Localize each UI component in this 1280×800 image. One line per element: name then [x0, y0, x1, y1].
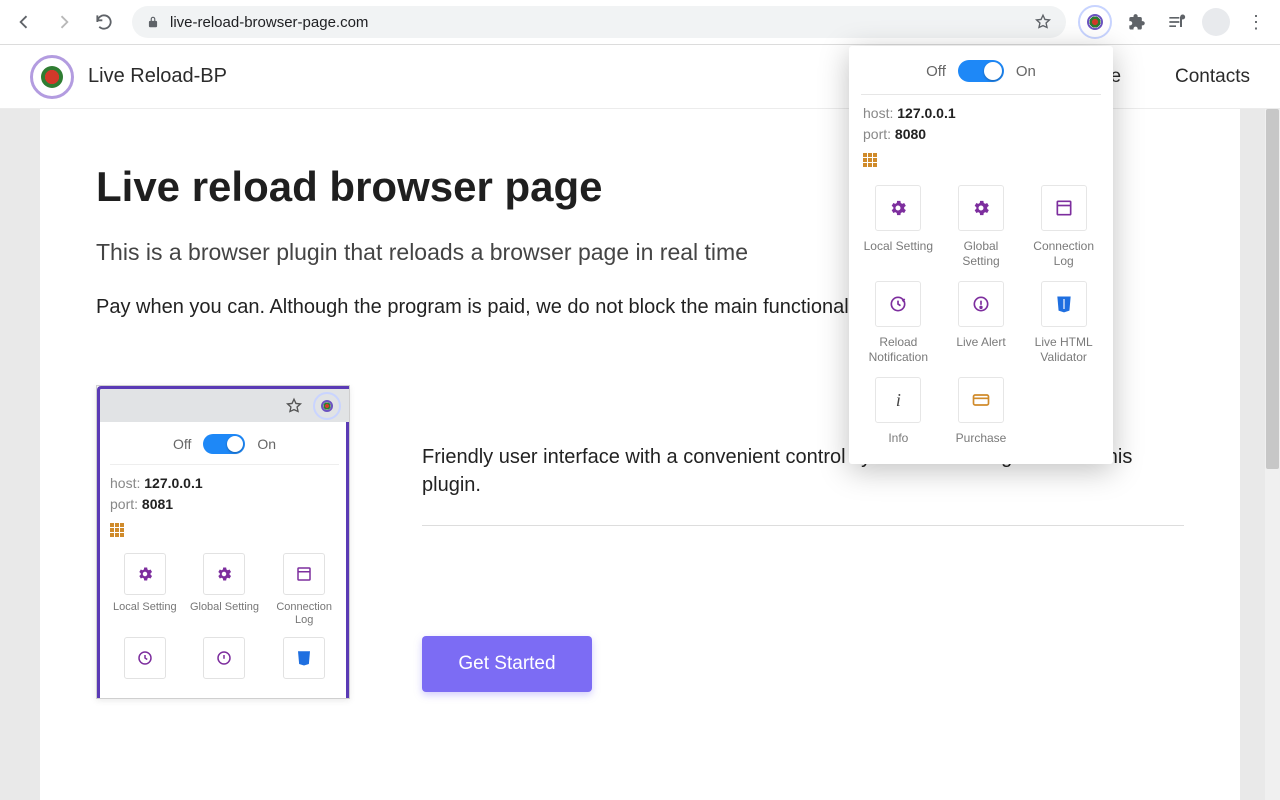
- mini-toggle: [203, 434, 245, 454]
- tile-live-alert[interactable]: Live Alert: [944, 281, 1019, 365]
- tile-connection-log[interactable]: Connection Log: [1026, 185, 1101, 269]
- credit-card-icon: [958, 377, 1004, 423]
- tile-global-setting[interactable]: Global Setting: [944, 185, 1019, 269]
- clock-reload-icon: [875, 281, 921, 327]
- clock-reload-icon: [124, 637, 166, 679]
- extension-logo-icon: [1087, 14, 1103, 30]
- back-button[interactable]: [6, 4, 42, 40]
- url-text: live-reload-browser-page.com: [170, 14, 1024, 31]
- mini-on-label: On: [257, 436, 276, 452]
- grid-dots-icon: [110, 523, 124, 537]
- address-bar[interactable]: live-reload-browser-page.com: [132, 6, 1066, 38]
- tile-info[interactable]: i Info: [861, 377, 936, 446]
- bookmark-star-icon[interactable]: [1034, 13, 1052, 31]
- info-icon: i: [875, 377, 921, 423]
- tile-html-validator[interactable]: Live HTML Validator: [1026, 281, 1101, 365]
- log-icon: [283, 553, 325, 595]
- mini-hostport: host: 127.0.0.1 port: 8081: [110, 473, 339, 515]
- get-started-button[interactable]: Get Started: [422, 636, 592, 692]
- reload-button[interactable]: [86, 4, 122, 40]
- html5-icon: [283, 637, 325, 679]
- brand-title: Live Reload-BP: [88, 65, 227, 88]
- hostport: host: 127.0.0.1 port: 8080: [861, 103, 1101, 145]
- active-extension-icon[interactable]: [1078, 5, 1112, 39]
- mini-toggle-row: Off On: [110, 434, 339, 465]
- scrollbar-thumb[interactable]: [1266, 109, 1279, 469]
- browser-toolbar: live-reload-browser-page.com ⋮: [0, 0, 1280, 45]
- on-label: On: [1016, 63, 1036, 80]
- lock-icon: [146, 15, 160, 29]
- nav-contacts[interactable]: Contacts: [1175, 66, 1250, 88]
- gear-icon: [203, 553, 245, 595]
- media-control-icon[interactable]: [1158, 4, 1194, 40]
- off-label: Off: [926, 63, 946, 80]
- gear-icon: [958, 185, 1004, 231]
- tile-reload-notification[interactable]: Reload Notification: [861, 281, 936, 365]
- popup-toggle-row: Off On: [861, 60, 1101, 95]
- brand-logo-icon: [30, 55, 74, 99]
- profile-avatar[interactable]: [1202, 8, 1230, 36]
- alert-icon: [203, 637, 245, 679]
- mini-off-label: Off: [173, 436, 191, 452]
- html5-icon: [1041, 281, 1087, 327]
- extension-popup: Off On host: 127.0.0.1 port: 8080 Local …: [849, 46, 1113, 464]
- scrollbar-track[interactable]: [1265, 109, 1280, 800]
- forward-button[interactable]: [46, 4, 82, 40]
- brand[interactable]: Live Reload-BP: [30, 55, 227, 99]
- gear-icon: [124, 553, 166, 595]
- mini-extension-icon: [313, 392, 341, 420]
- feature-screenshot: Off On host: 127.0.0.1 port: 8081 Local …: [96, 385, 386, 699]
- power-toggle[interactable]: [958, 60, 1004, 82]
- extensions-puzzle-icon[interactable]: [1118, 4, 1154, 40]
- tile-purchase[interactable]: Purchase: [944, 377, 1019, 446]
- grid-dots-icon[interactable]: [863, 153, 877, 167]
- tile-local-setting[interactable]: Local Setting: [861, 185, 936, 269]
- alert-icon: [958, 281, 1004, 327]
- gear-icon: [875, 185, 921, 231]
- star-icon: [285, 397, 303, 415]
- kebab-menu-icon[interactable]: ⋮: [1238, 12, 1274, 33]
- log-icon: [1041, 185, 1087, 231]
